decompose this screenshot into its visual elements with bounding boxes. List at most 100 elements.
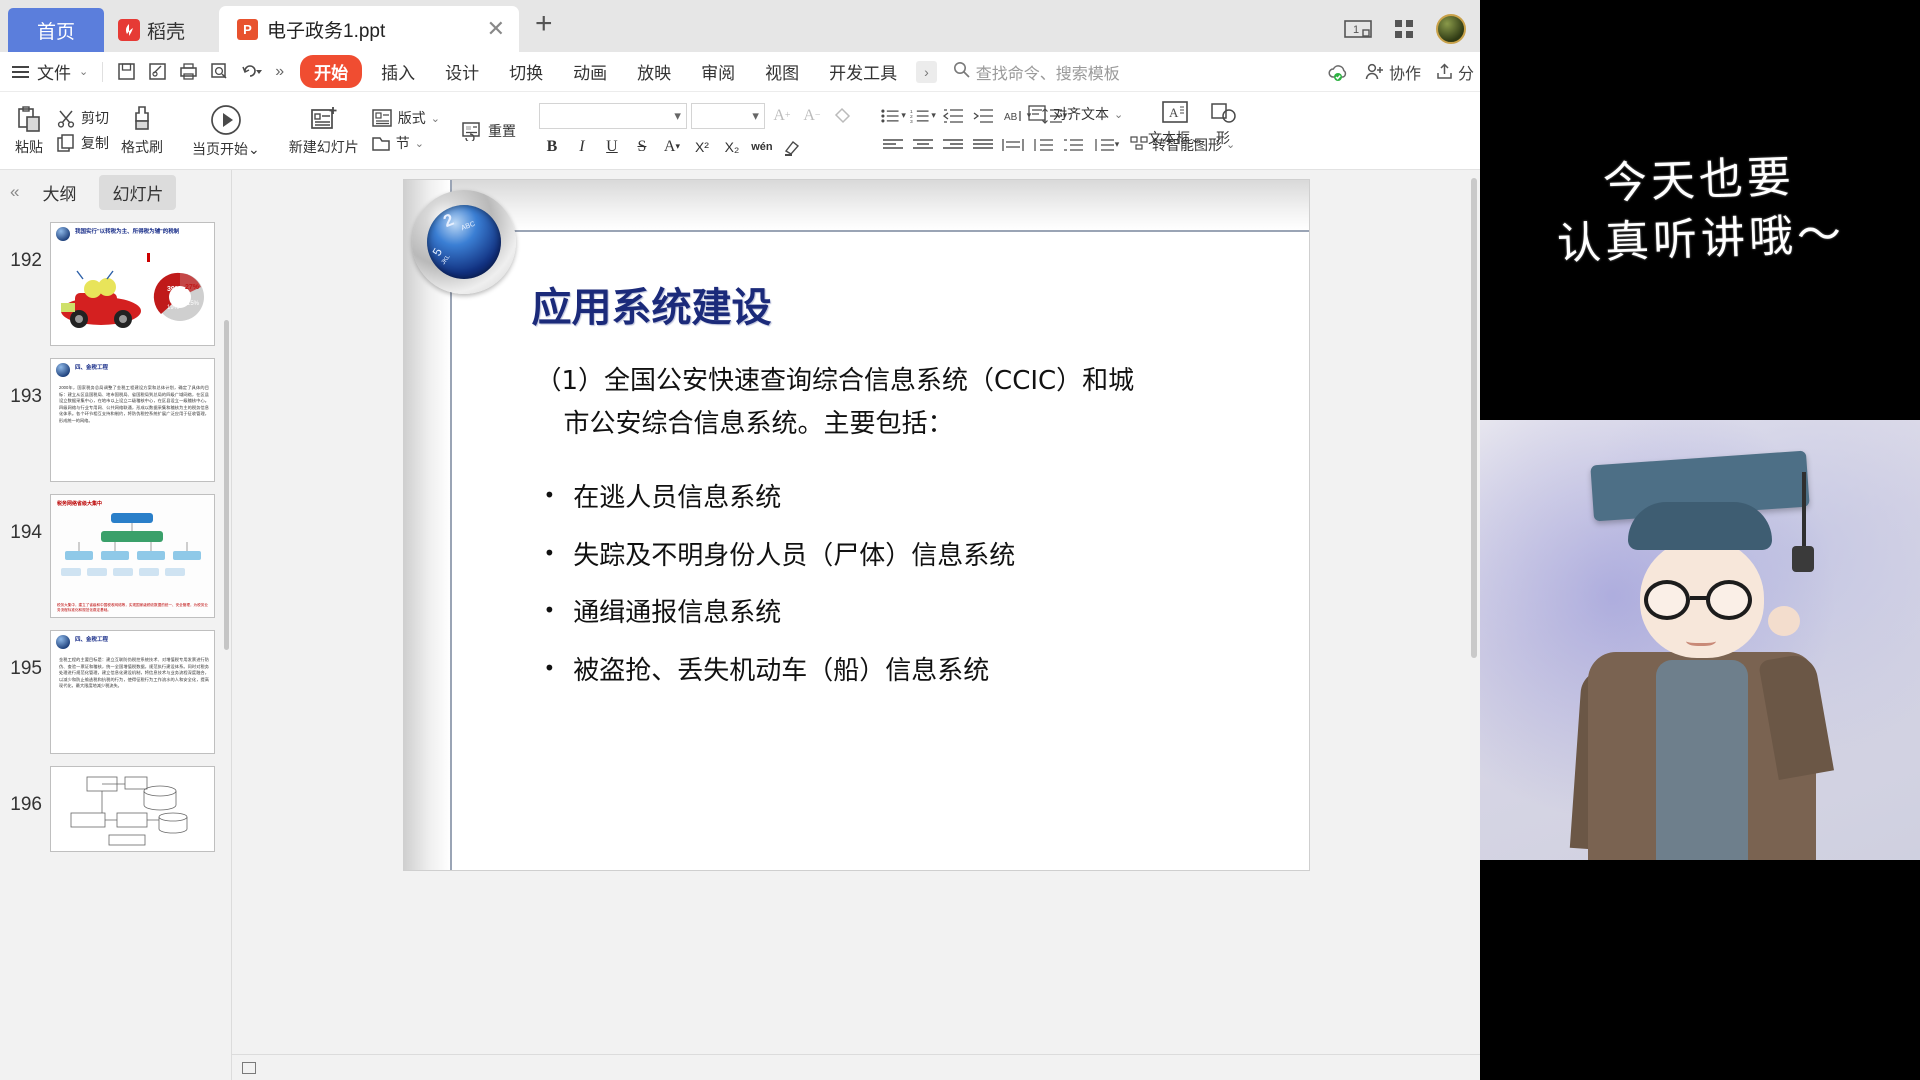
tab-developer-tools[interactable]: 开发工具 (818, 55, 908, 88)
superscript-button[interactable]: X² (689, 135, 715, 159)
print-icon[interactable] (179, 62, 198, 81)
align-center-button[interactable] (910, 134, 936, 156)
slide-thumbnail[interactable]: 四、金税工程 金税工程的主要目标是：建立互联防伪税控系统技术、对增值税专用发票进… (50, 630, 215, 754)
paragraph-spacing-button[interactable] (1060, 134, 1086, 156)
print-preview-icon[interactable] (210, 62, 229, 81)
align-right-button[interactable] (940, 134, 966, 156)
text-highlight-button[interactable] (779, 135, 805, 159)
cloud-sync-icon[interactable] (1327, 62, 1351, 82)
font-family-select[interactable]: ▾ (538, 102, 687, 129)
panel-scrollbar[interactable] (224, 320, 229, 650)
tab-design[interactable]: 设计 (434, 55, 490, 88)
tab-animation[interactable]: 动画 (562, 55, 618, 88)
status-bar (232, 1054, 1480, 1080)
font-row-top: ▾ ▾ A + A − (538, 102, 855, 129)
thumbnail-list[interactable]: 192 我国实行"以转税为主、所得税为辅"的税制 39% 27% 15% 19%… (0, 214, 231, 1080)
slide-title[interactable]: 应用系统建设 (532, 275, 772, 333)
thumbnail-footnote: 税务大集中，建立了省级和中国税收网络等，实现国家级税收数据的统一、安全管理，为税… (57, 602, 208, 612)
slide-bullet-list[interactable]: • 在逃人员信息系统 • 失踪及不明身份人员（尸体）信息系统 • 通缉通报信息系… (544, 480, 1284, 711)
copy-button[interactable]: 复制 (56, 133, 109, 153)
slide-thumbnail[interactable] (50, 766, 215, 852)
stage-scrollbar[interactable] (1471, 178, 1477, 658)
align-left-button[interactable] (880, 134, 906, 156)
underline-button[interactable]: U (599, 135, 625, 159)
increase-font-size-button[interactable]: A + (769, 104, 795, 128)
tab-slides[interactable]: 幻灯片 (99, 174, 177, 210)
shape-button[interactable]: 形 (1200, 100, 1246, 148)
file-menu-button[interactable]: 文件 ⌄ (0, 59, 98, 84)
ribbon-overflow-button[interactable]: › (916, 60, 937, 83)
user-avatar[interactable] (1436, 14, 1466, 44)
current-slide[interactable]: 2 ABC 5 JKL 应用系统建设 （1）全国公安快速查询综合信息系统（CCI… (403, 180, 1309, 870)
tab-outline[interactable]: 大纲 (29, 175, 89, 210)
tab-transition[interactable]: 切换 (498, 55, 554, 88)
search-command-box[interactable]: 查找命令、搜索模板 (953, 60, 1120, 84)
window-layout-icon[interactable]: 1 (1344, 20, 1372, 38)
justify-button[interactable] (970, 134, 996, 156)
subscript-button[interactable]: X₂ (719, 135, 745, 159)
slide-thumbnail[interactable]: 我国实行"以转税为主、所得税为辅"的税制 39% 27% 15% 19% (50, 222, 215, 346)
numbered-list-button[interactable]: 1 2 3 ▾ (910, 105, 936, 127)
collapse-panel-icon[interactable]: « (10, 182, 19, 202)
bold-button[interactable]: B (539, 135, 565, 159)
video-caption-area: 今天也要 认真听讲哦～ (1480, 0, 1920, 420)
font-size-select[interactable]: ▾ (690, 102, 765, 129)
cut-button[interactable]: 剪切 (56, 108, 109, 128)
thumbnail-item[interactable]: 192 我国实行"以转税为主、所得税为辅"的税制 39% 27% 15% 19% (0, 216, 231, 352)
svg-text:AB: AB (1004, 112, 1018, 123)
slide-thumbnail[interactable]: 税务网络省级大集中 税务大集中，建立了省级和中国税收网络等，实现国家级税收数据的… (50, 494, 215, 618)
tab-home[interactable]: 首页 (8, 8, 104, 52)
tab-view[interactable]: 视图 (754, 55, 810, 88)
tab-start[interactable]: 开始 (300, 55, 363, 88)
strikethrough-button[interactable]: S (629, 135, 655, 159)
distribute-button[interactable] (1000, 134, 1026, 156)
start-from-current-slide-button[interactable]: 当页开始⌄ (184, 103, 268, 159)
thumbnail-item[interactable]: 194 税务网络省级大集中 税务大集中，建立了省级和中国税收网络等，实现国家级税… (0, 488, 231, 624)
undo-icon[interactable] (241, 62, 263, 81)
increase-indent-button[interactable] (970, 105, 996, 127)
reset-button[interactable]: 重置 (461, 121, 516, 141)
save-as-icon[interactable] (148, 62, 167, 81)
thumbnail-item[interactable]: 195 四、金税工程 金税工程的主要目标是：建立互联防伪税控系统技术、对增值税专… (0, 624, 231, 760)
slide-decoration-top (403, 180, 1309, 232)
italic-button[interactable]: I (569, 135, 595, 159)
decrease-indent-button[interactable] (940, 105, 966, 127)
slide-thumbnail[interactable]: 四、金税工程 2000年，国家税务总局调整了金税工程建设方案和总体计划，确定了具… (50, 358, 215, 482)
thumbnail-item[interactable]: 196 (0, 760, 231, 858)
tab-insert[interactable]: 插入 (370, 55, 426, 88)
layout-button[interactable]: 版式 ⌄ (371, 108, 440, 128)
tab-docer[interactable]: 稻壳 (104, 8, 206, 52)
section-button[interactable]: 节 ⌄ (371, 133, 440, 153)
tab-slideshow[interactable]: 放映 (626, 55, 682, 88)
clear-formatting-button[interactable] (829, 104, 855, 128)
menubar-right-actions: 协作 分 (1327, 60, 1480, 84)
video-caption: 今天也要 认真听讲哦～ (1554, 146, 1846, 275)
column-spacing-button[interactable]: ▾ (1090, 134, 1122, 156)
slide-paragraph[interactable]: （1）全国公安快速查询综合信息系统（CCIC）和城 市公安综合信息系统。主要包括… (536, 360, 1266, 446)
search-placeholder-text: 查找命令、搜索模板 (975, 65, 1120, 83)
line-spacing-2-button[interactable] (1030, 134, 1056, 156)
normal-view-icon[interactable] (242, 1061, 256, 1074)
align-text-button[interactable]: 对齐文本 ⌄ (1020, 104, 1131, 124)
new-tab-button[interactable]: + (519, 7, 569, 45)
collaborate-button[interactable]: 协作 (1365, 60, 1421, 84)
tab-review[interactable]: 审阅 (690, 55, 746, 88)
decrease-font-size-button[interactable]: A − (799, 104, 825, 128)
new-slide-button[interactable]: 新建幻灯片 (281, 105, 367, 157)
tab-document[interactable]: P 电子政务1.ppt ✕ (219, 6, 520, 52)
font-color-button[interactable]: A ▾ (659, 135, 685, 159)
copy-icon (56, 133, 76, 153)
format-painter-button[interactable]: 格式刷 (113, 105, 171, 157)
paste-button[interactable]: 粘贴 (6, 105, 52, 157)
bullet-list-button[interactable]: ▾ (880, 105, 906, 127)
grid-apps-icon[interactable] (1394, 19, 1414, 39)
close-icon[interactable]: ✕ (461, 16, 505, 42)
save-icon[interactable] (117, 62, 136, 81)
share-button[interactable]: 分 (1435, 60, 1474, 84)
quick-access-more-icon[interactable]: » (275, 63, 284, 81)
thumbnail-title: 四、金税工程 (75, 365, 109, 371)
thumbnail-item[interactable]: 193 四、金税工程 2000年，国家税务总局调整了金税工程建设方案和总体计划，… (0, 352, 231, 488)
caption-line-2: 认真听讲哦～ (1556, 208, 1846, 270)
bullet-dot-icon: • (543, 656, 556, 681)
pinyin-guide-button[interactable]: wén (749, 135, 775, 159)
